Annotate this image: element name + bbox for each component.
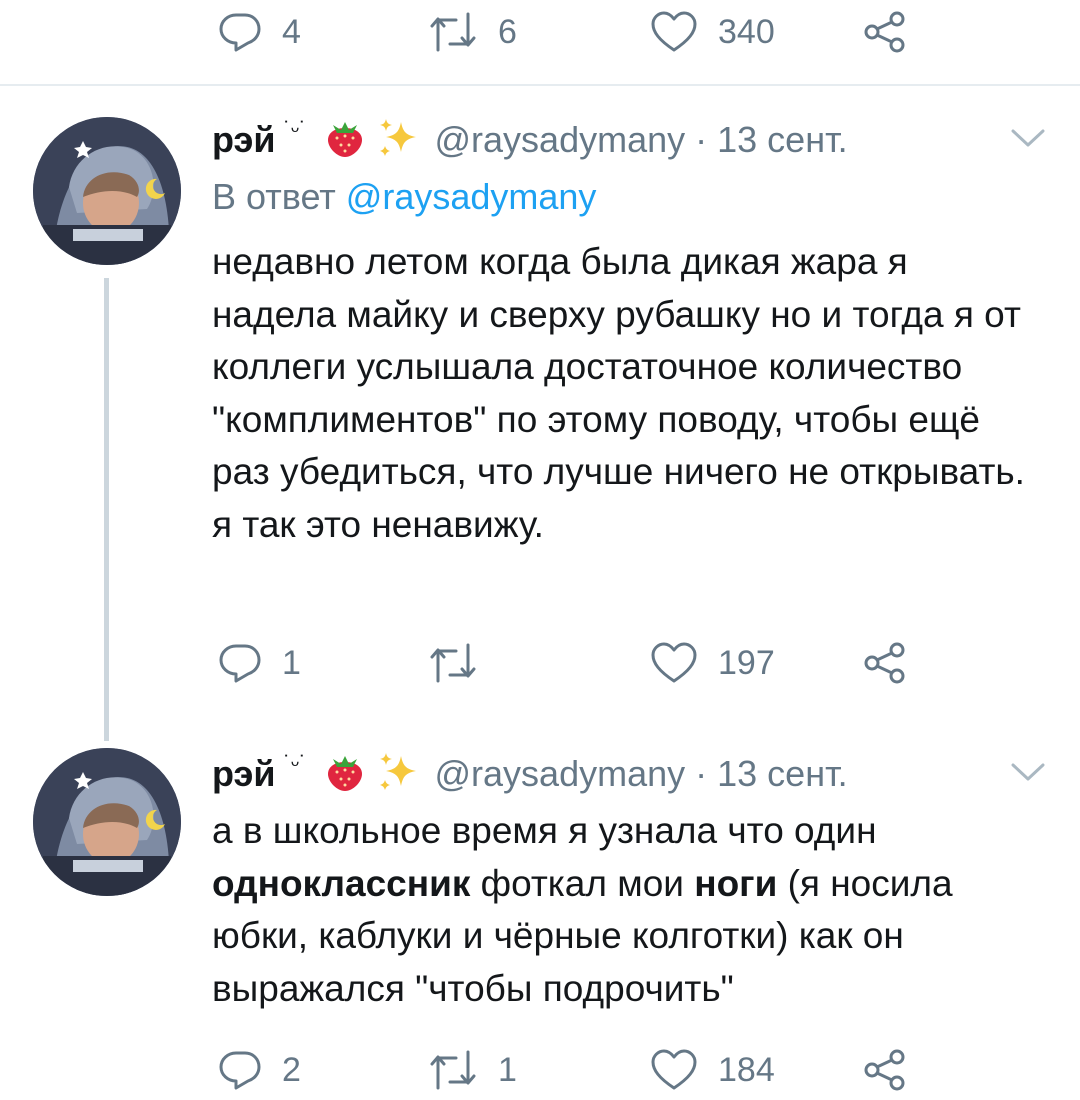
avatar[interactable] — [33, 117, 181, 265]
like-button[interactable]: 197 — [650, 633, 775, 693]
reply-button[interactable]: 4 — [218, 2, 301, 62]
reply-icon — [219, 644, 261, 683]
share-button[interactable] — [862, 2, 908, 62]
tweet-text-bold: одноклассник — [212, 862, 471, 904]
chevron-down-icon[interactable] — [1010, 126, 1046, 150]
reply-count: 4 — [282, 13, 301, 51]
sparkles-icon — [377, 116, 421, 165]
username[interactable]: @raysadymany — [435, 119, 686, 161]
tweet-text: а в школьное время я узнала что один одн… — [212, 805, 1042, 1015]
reply-label: В ответ — [212, 176, 336, 217]
separator-dot: · — [695, 119, 708, 160]
tweet-text-segment: а в школьное время я узнала что один — [212, 810, 887, 851]
like-count: 197 — [718, 644, 775, 682]
reply-button[interactable]: 1 — [218, 633, 301, 693]
like-button[interactable]: 184 — [650, 1040, 775, 1100]
reply-to-handle-link[interactable]: @raysadymany — [346, 176, 597, 217]
share-icon — [864, 1049, 905, 1091]
share-button[interactable] — [862, 1040, 908, 1100]
like-icon — [651, 1049, 697, 1090]
retweet-button[interactable] — [428, 633, 498, 693]
sparkles-icon — [377, 750, 421, 799]
like-count: 184 — [718, 1051, 775, 1089]
divider — [0, 84, 1080, 86]
name-kaomoji: ˙ᵕ˙ — [283, 117, 307, 142]
tweet-text-segment: фоткал мои — [470, 862, 695, 904]
tweet-action-bar: 2 1 184 — [0, 1040, 1080, 1100]
reply-context: В ответ @raysadymany — [212, 176, 596, 218]
separator-dot: · — [695, 753, 708, 794]
reply-icon — [219, 1051, 261, 1090]
tweet-text-bold: ноги — [694, 862, 778, 904]
reply-count: 2 — [282, 1051, 301, 1089]
like-count: 340 — [718, 13, 775, 51]
share-icon — [864, 642, 905, 684]
reply-count: 1 — [282, 644, 301, 682]
retweet-button[interactable]: 6 — [428, 2, 517, 62]
display-name[interactable]: рэй — [212, 753, 276, 795]
chevron-down-icon[interactable] — [1010, 760, 1046, 784]
share-icon — [864, 11, 905, 53]
name-kaomoji: ˙ᵕ˙ — [283, 751, 307, 776]
timestamp[interactable]: 13 сент. — [717, 119, 847, 161]
reply-button[interactable]: 2 — [218, 1040, 301, 1100]
top-action-bar: 4 6 340 — [0, 2, 1080, 62]
retweet-icon — [430, 12, 476, 52]
like-icon — [651, 642, 697, 683]
timestamp[interactable]: 13 сент. — [717, 753, 847, 795]
reply-icon — [219, 13, 261, 52]
retweet-count: 1 — [498, 1051, 517, 1089]
retweet-icon — [430, 1050, 476, 1090]
avatar[interactable] — [33, 748, 181, 896]
retweet-button[interactable]: 1 — [428, 1040, 517, 1100]
retweet-count: 6 — [498, 13, 517, 51]
strawberry-icon — [323, 750, 367, 799]
like-icon — [651, 11, 697, 52]
tweet-header: рэй ˙ᵕ˙ @raysadymany · 13 сент. — [212, 115, 848, 165]
tweet-header: рэй ˙ᵕ˙ @raysadymany · 13 сент. — [212, 749, 848, 799]
strawberry-icon — [323, 116, 367, 165]
tweet-text: недавно летом когда была дикая жара я на… — [212, 241, 1036, 545]
display-name[interactable]: рэй — [212, 119, 276, 161]
like-button[interactable]: 340 — [650, 2, 775, 62]
tweet-action-bar: 1 197 — [0, 633, 1080, 693]
retweet-icon — [430, 643, 476, 683]
share-button[interactable] — [862, 633, 908, 693]
username[interactable]: @raysadymany — [435, 753, 686, 795]
